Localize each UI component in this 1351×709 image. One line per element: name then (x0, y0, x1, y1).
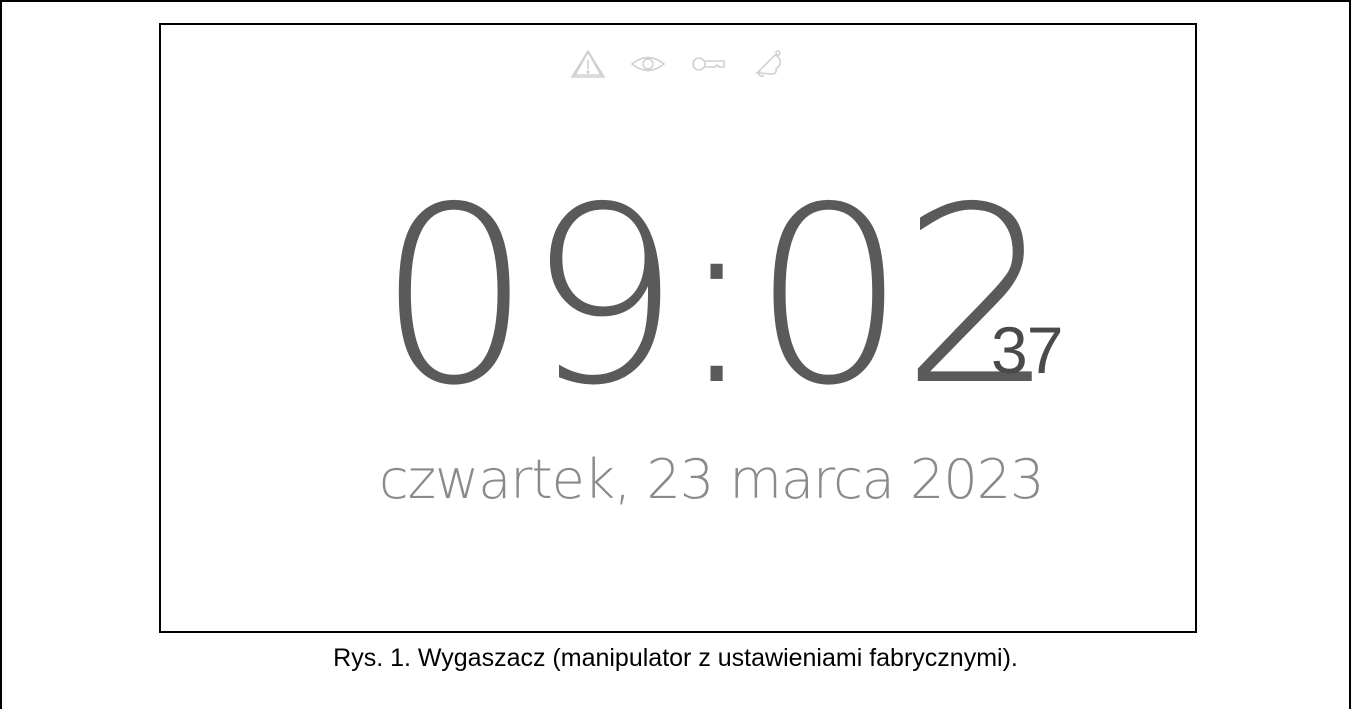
clock-seconds: 37 (991, 313, 1063, 387)
status-icon-bar (161, 47, 1195, 81)
key-icon (687, 47, 729, 81)
figure-caption: Rys. 1. Wygaszacz (manipulator z ustawie… (333, 644, 1018, 672)
bell-icon (747, 47, 789, 81)
clock-time: 09:02 (377, 155, 1056, 439)
figure-frame: 09:02 37 czwartek, 23 marca 2023 Rys. 1.… (0, 0, 1351, 709)
keypad-screensaver[interactable]: 09:02 37 czwartek, 23 marca 2023 (159, 23, 1197, 633)
warning-icon (567, 47, 609, 81)
clock-display: 09:02 37 (161, 175, 1195, 435)
date-label: czwartek, 23 marca 2023 (379, 448, 1044, 511)
eye-icon (627, 47, 669, 81)
